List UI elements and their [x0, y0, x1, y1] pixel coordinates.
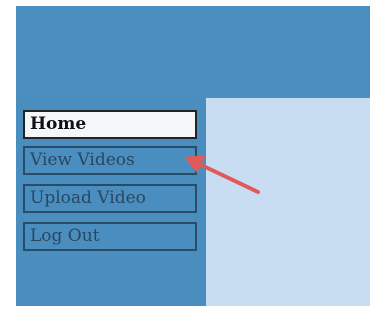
sidebar-nav: Home View Videos Upload Video Log Out	[16, 98, 206, 306]
nav-button-view-videos[interactable]: View Videos	[23, 146, 197, 175]
app-window: Home View Videos Upload Video Log Out	[16, 6, 370, 306]
nav-button-upload-video[interactable]: Upload Video	[23, 184, 197, 213]
screenshot-canvas: Home View Videos Upload Video Log Out	[0, 0, 374, 311]
nav-button-log-out[interactable]: Log Out	[23, 222, 197, 251]
header-banner	[16, 6, 370, 98]
nav-button-home[interactable]: Home	[23, 110, 197, 139]
main-content-panel	[206, 98, 370, 306]
